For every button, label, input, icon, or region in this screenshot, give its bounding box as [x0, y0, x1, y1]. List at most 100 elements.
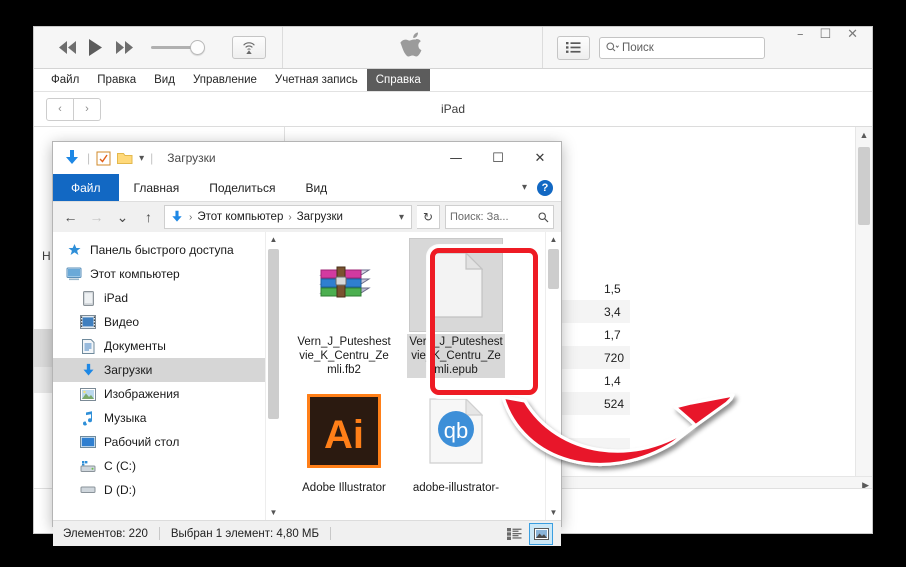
airplay-button[interactable]	[232, 36, 266, 59]
breadcrumb-this-pc[interactable]: Этот компьютер	[197, 211, 283, 223]
nav-pane-scrollbar[interactable]: ▲ ▼	[265, 232, 281, 520]
details-view-button[interactable]	[503, 524, 525, 544]
menu-help[interactable]: Справка	[366, 69, 430, 91]
file-tile-selected[interactable]: Vern_J_Puteshestvie_K_Centru_Zemli.epub	[407, 238, 505, 378]
sidebar-label: Рабочий стол	[104, 435, 180, 449]
new-folder-icon[interactable]	[117, 151, 133, 165]
svg-text:qb: qb	[444, 418, 468, 443]
sidebar-item-pictures[interactable]: Изображения	[53, 382, 281, 406]
svg-text:Ai: Ai	[324, 413, 364, 457]
menu-file[interactable]: Файл	[42, 69, 88, 91]
file-tile[interactable]: Vern_J_Puteshestvie_K_Centru_Zemli.fb2	[295, 238, 393, 378]
help-icon[interactable]: ?	[537, 179, 553, 196]
sidebar-item-documents[interactable]: Документы	[53, 334, 281, 358]
sidebar-partial-label: Н	[42, 249, 51, 263]
apple-logo-icon	[400, 32, 422, 57]
file-tile[interactable]: Ai Adobe Illustrator	[295, 384, 393, 496]
pictures-icon	[79, 385, 97, 403]
large-icons-view-button[interactable]	[529, 522, 553, 545]
explorer-maximize-button[interactable]: ☐	[477, 142, 519, 174]
search-input[interactable]: Поиск	[598, 36, 765, 59]
drive-icon	[79, 481, 97, 499]
item-count: Элементов: 220	[63, 527, 148, 540]
refresh-button[interactable]: ↻	[417, 205, 440, 229]
menu-view[interactable]: Вид	[145, 69, 184, 91]
breadcrumb-chevron-icon[interactable]: ▾	[399, 212, 406, 223]
back-button[interactable]: ‹	[46, 97, 74, 121]
volume-knob[interactable]	[190, 40, 205, 55]
drive-icon	[79, 457, 97, 475]
view-mode-buttons	[503, 522, 561, 545]
nav-up-button[interactable]: ↑	[138, 206, 159, 228]
nav-scroll-thumb[interactable]	[268, 249, 279, 419]
sidebar-item-this-pc[interactable]: Этот компьютер	[53, 262, 281, 286]
previous-icon[interactable]	[58, 41, 78, 54]
list-view-button[interactable]	[556, 35, 590, 60]
play-icon[interactable]	[89, 39, 103, 56]
ribbon-right-controls: ▾ ?	[522, 174, 553, 201]
menu-edit[interactable]: Правка	[88, 69, 145, 91]
ribbon-tab-share[interactable]: Поделиться	[194, 174, 290, 201]
sidebar-item-desktop[interactable]: Рабочий стол	[53, 430, 281, 454]
next-icon[interactable]	[114, 41, 134, 54]
explorer-window-title: Загрузки	[167, 151, 216, 165]
file-tile[interactable]: qb adobe-illustrator-	[407, 384, 505, 496]
explorer-search-input[interactable]: Поиск: За...	[445, 205, 554, 229]
nav-history-button[interactable]: ⌄	[112, 206, 133, 228]
close-button[interactable]: ✕	[847, 28, 858, 41]
customize-chevron-icon[interactable]: ▾	[139, 153, 144, 164]
sidebar-item-ipad[interactable]: iPad	[53, 286, 281, 310]
ribbon-tab-file[interactable]: Файл	[53, 174, 119, 201]
explorer-navigation-pane: Панель быстрого доступа Этот компьютер i…	[53, 232, 281, 520]
main-vertical-scrollbar[interactable]: ▲	[855, 127, 872, 477]
breadcrumb[interactable]: › Этот компьютер › Загрузки ▾	[164, 205, 412, 229]
document-size: 720	[604, 350, 625, 365]
menu-account[interactable]: Учетная запись	[266, 69, 367, 91]
files-scroll-down-icon[interactable]: ▼	[546, 505, 561, 520]
sidebar-item-quick-access[interactable]: Панель быстрого доступа	[53, 238, 281, 262]
sidebar-label: Документы	[104, 339, 166, 353]
nav-scroll-down-icon[interactable]: ▼	[266, 505, 281, 520]
document-size: 3,4	[604, 304, 621, 319]
sidebar-item-downloads[interactable]: Загрузки	[53, 358, 281, 382]
sidebar-label: C (C:)	[104, 459, 136, 473]
ribbon-tab-home[interactable]: Главная	[119, 174, 195, 201]
explorer-minimize-button[interactable]: —	[435, 142, 477, 174]
qat-divider: |	[87, 151, 91, 165]
sidebar-item-music[interactable]: Музыка	[53, 406, 281, 430]
sidebar-item-drive-c[interactable]: C (C:)	[53, 454, 281, 478]
file-list-scrollbar[interactable]: ▲ ▼	[545, 232, 561, 520]
document-size: 1,4	[604, 373, 621, 388]
adobe-illustrator-icon: Ai	[297, 384, 391, 478]
volume-slider[interactable]	[151, 40, 205, 55]
documents-icon	[79, 337, 97, 355]
itunes-navbar: ‹ › iPad	[34, 92, 872, 127]
sidebar-item-drive-d[interactable]: D (D:)	[53, 478, 281, 502]
nav-back-button[interactable]: ←	[60, 206, 81, 228]
files-scroll-up-icon[interactable]: ▲	[546, 232, 561, 247]
menu-control[interactable]: Управление	[184, 69, 266, 91]
minimize-button[interactable]: –	[797, 28, 804, 41]
maximize-button[interactable]: ☐	[819, 28, 831, 41]
nav-scroll-up-icon[interactable]: ▲	[266, 232, 281, 247]
sidebar-label: iPad	[104, 291, 129, 305]
nav-forward-button[interactable]: →	[86, 206, 107, 228]
file-name: Adobe Illustrator	[302, 482, 386, 494]
scroll-up-icon[interactable]: ▲	[856, 127, 872, 143]
ribbon-tab-view[interactable]: Вид	[290, 174, 342, 201]
explorer-close-button[interactable]: ✕	[519, 142, 561, 174]
breadcrumb-downloads[interactable]: Загрузки	[297, 211, 343, 223]
properties-icon[interactable]	[96, 151, 111, 166]
playback-controls	[34, 27, 282, 68]
explorer-file-list[interactable]: Vern_J_Puteshestvie_K_Centru_Zemli.fb2 V…	[281, 232, 561, 520]
expand-ribbon-chevron-icon[interactable]: ▾	[522, 182, 527, 193]
files-scroll-thumb[interactable]	[548, 249, 559, 289]
downloads-arrow-icon[interactable]	[63, 149, 81, 167]
apple-logo	[283, 27, 542, 68]
sidebar-item-video[interactable]: Видео	[53, 310, 281, 334]
explorer-body: Панель быстрого доступа Этот компьютер i…	[53, 232, 561, 520]
video-icon	[79, 313, 97, 331]
scroll-thumb[interactable]	[858, 147, 870, 225]
downloads-arrow-icon	[79, 361, 97, 379]
forward-button[interactable]: ›	[74, 97, 101, 121]
